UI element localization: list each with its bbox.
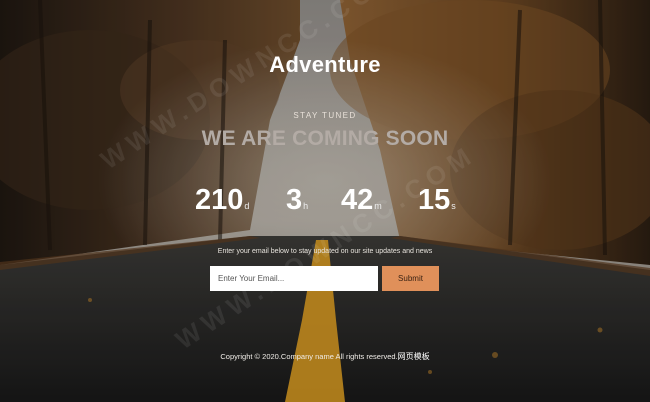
hero-content: Adventure STAY TUNED WE ARE COMING SOON … bbox=[0, 0, 650, 402]
countdown-minutes-value: 42 bbox=[341, 184, 374, 216]
email-input[interactable] bbox=[210, 266, 378, 291]
subscribe-form: Submit bbox=[210, 266, 440, 292]
subscribe-note: Enter your email below to stay updated o… bbox=[217, 248, 433, 255]
template-link[interactable]: 网页模板 bbox=[398, 352, 430, 361]
countdown-timer: 210d 3h 42m 15s bbox=[0, 184, 650, 224]
countdown-days: 210d bbox=[195, 184, 249, 217]
countdown-days-unit: d bbox=[244, 201, 250, 211]
countdown-seconds-value: 15 bbox=[418, 184, 451, 216]
brand-title: Adventure bbox=[269, 52, 381, 77]
countdown-seconds: 15s bbox=[418, 184, 456, 217]
coming-soon-headline: WE ARE COMING SOON bbox=[201, 127, 449, 150]
countdown-days-value: 210 bbox=[195, 184, 244, 216]
stay-tuned-tagline: STAY TUNED bbox=[293, 111, 357, 120]
countdown-minutes: 42m bbox=[341, 184, 382, 217]
countdown-seconds-unit: s bbox=[451, 201, 456, 211]
copyright-text: Copyright © 2020.Company name All rights… bbox=[220, 352, 398, 361]
countdown-hours-value: 3 bbox=[286, 184, 303, 216]
submit-button[interactable]: Submit bbox=[382, 266, 439, 291]
countdown-minutes-unit: m bbox=[374, 201, 382, 211]
countdown-hours-unit: h bbox=[303, 201, 309, 211]
coming-soon-page: WWW.DOWNCC.COM WWW.DOWNCC.COM Adventure … bbox=[0, 0, 650, 402]
footer-copyright: Copyright © 2020.Company name All rights… bbox=[0, 351, 650, 362]
countdown-hours: 3h bbox=[286, 184, 308, 217]
